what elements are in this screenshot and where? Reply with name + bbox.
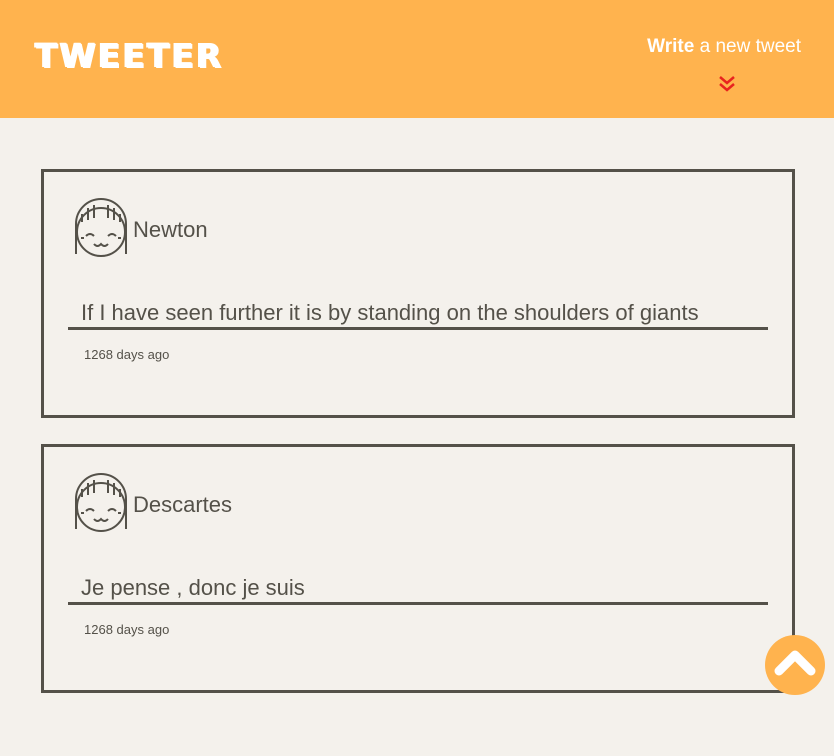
tweet-content: Je pense , donc je suis: [81, 575, 305, 600]
tweet-handle: Newton: [133, 217, 208, 242]
tweet-timestamp: 1268 days ago: [84, 622, 170, 637]
double-chevron-down-icon[interactable]: [717, 75, 737, 93]
chevron-up-icon: [774, 650, 816, 676]
tweet-divider: [68, 327, 768, 330]
face-avatar-icon: [75, 473, 127, 532]
tweet-card: Descartes Je pense , donc je suis 1268 d…: [41, 444, 795, 693]
compose-link-bold: Write: [647, 36, 695, 57]
face-avatar-icon: [75, 198, 127, 257]
compose-tweet-link[interactable]: Write a new tweet: [647, 36, 801, 58]
site-header: TWEETER Write a new tweet: [0, 0, 834, 118]
tweet-card: Newton If I have seen further it is by s…: [41, 169, 795, 418]
tweet-content: If I have seen further it is by standing…: [81, 300, 699, 325]
tweet-timestamp: 1268 days ago: [84, 347, 170, 362]
scroll-to-top-button[interactable]: [765, 635, 825, 695]
site-logo: TWEETER: [35, 36, 224, 75]
tweet-handle: Descartes: [133, 492, 233, 517]
compose-link-text: a new tweet: [694, 36, 801, 57]
tweet-divider: [68, 602, 768, 605]
